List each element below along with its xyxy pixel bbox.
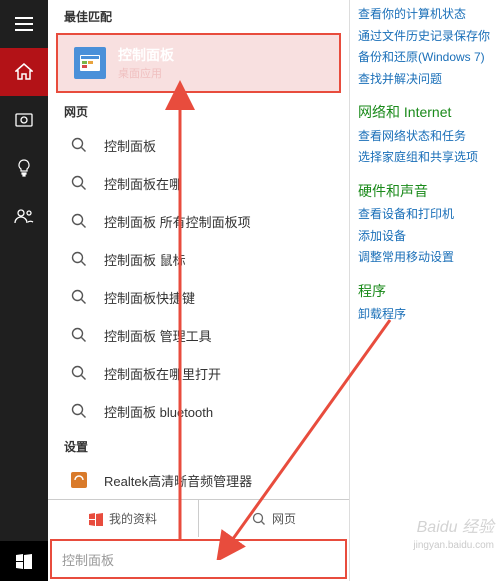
side-link[interactable]: 通过文件历史记录保存你 — [358, 26, 492, 48]
web-result[interactable]: 控制面板 bluetooth — [48, 392, 349, 430]
control-panel-icon — [74, 47, 106, 79]
category-hardware[interactable]: 硬件和声音 — [358, 179, 492, 204]
windows-start-icon[interactable] — [0, 541, 48, 581]
search-icon — [68, 172, 90, 194]
side-link[interactable]: 查看设备和打印机 — [358, 204, 492, 226]
section-best-match: 最佳匹配 — [48, 0, 349, 31]
web-result[interactable]: 控制面板 鼠标 — [48, 240, 349, 278]
side-link[interactable]: 选择家庭组和共享选项 — [358, 147, 492, 169]
people-icon[interactable] — [0, 192, 48, 240]
category-network[interactable]: 网络和 Internet — [358, 100, 492, 125]
search-icon — [68, 210, 90, 232]
search-input[interactable]: 控制面板 — [50, 539, 347, 579]
best-match-title: 控制面板 — [118, 45, 174, 65]
search-panel: 最佳匹配 控制面板 桌面应用 网页 控制面板控制面板在哪控制面板 所有控制面板项… — [48, 0, 350, 581]
side-link[interactable]: 调整常用移动设置 — [358, 247, 492, 269]
control-panel-categories: 查看你的计算机状态 通过文件历史记录保存你 备份和还原(Windows 7) 查… — [350, 0, 500, 581]
section-web: 网页 — [48, 95, 349, 126]
settings-result[interactable]: Realtek高清晰音频管理器 — [48, 461, 349, 499]
side-link[interactable]: 查看网络状态和任务 — [358, 126, 492, 148]
watermark-url: jingyan.baidu.com — [413, 540, 494, 551]
bottom-tabs: 我的资料 网页 — [48, 499, 349, 537]
search-icon — [252, 512, 266, 526]
tab-web[interactable]: 网页 — [199, 500, 349, 537]
best-match-subtitle: 桌面应用 — [118, 65, 174, 81]
web-result[interactable]: 控制面板 — [48, 126, 349, 164]
lightbulb-icon[interactable] — [0, 144, 48, 192]
search-icon — [68, 362, 90, 384]
search-icon — [68, 400, 90, 422]
web-result[interactable]: 控制面板快捷键 — [48, 278, 349, 316]
hamburger-icon[interactable] — [0, 0, 48, 48]
side-link[interactable]: 备份和还原(Windows 7) — [358, 47, 492, 69]
nav-rail — [0, 0, 48, 581]
best-match-result[interactable]: 控制面板 桌面应用 — [56, 33, 341, 93]
side-link[interactable]: 查看你的计算机状态 — [358, 4, 492, 26]
web-result[interactable]: 控制面板在哪里打开 — [48, 354, 349, 392]
realtek-icon — [68, 469, 90, 491]
home-icon[interactable] — [0, 48, 48, 96]
search-icon — [68, 248, 90, 270]
web-result[interactable]: 控制面板 管理工具 — [48, 316, 349, 354]
side-link[interactable]: 添加设备 — [358, 226, 492, 248]
camera-icon[interactable] — [0, 96, 48, 144]
tab-profile[interactable]: 我的资料 — [48, 500, 199, 537]
search-icon — [68, 286, 90, 308]
section-settings: 设置 — [48, 430, 349, 461]
category-programs[interactable]: 程序 — [358, 279, 492, 304]
windows-icon — [89, 512, 103, 526]
watermark: Baidu 经验 — [417, 513, 494, 537]
web-result[interactable]: 控制面板 所有控制面板项 — [48, 202, 349, 240]
side-link[interactable]: 查找并解决问题 — [358, 69, 492, 91]
side-link[interactable]: 卸载程序 — [358, 304, 492, 326]
web-result[interactable]: 控制面板在哪 — [48, 164, 349, 202]
search-icon — [68, 324, 90, 346]
search-icon — [68, 134, 90, 156]
